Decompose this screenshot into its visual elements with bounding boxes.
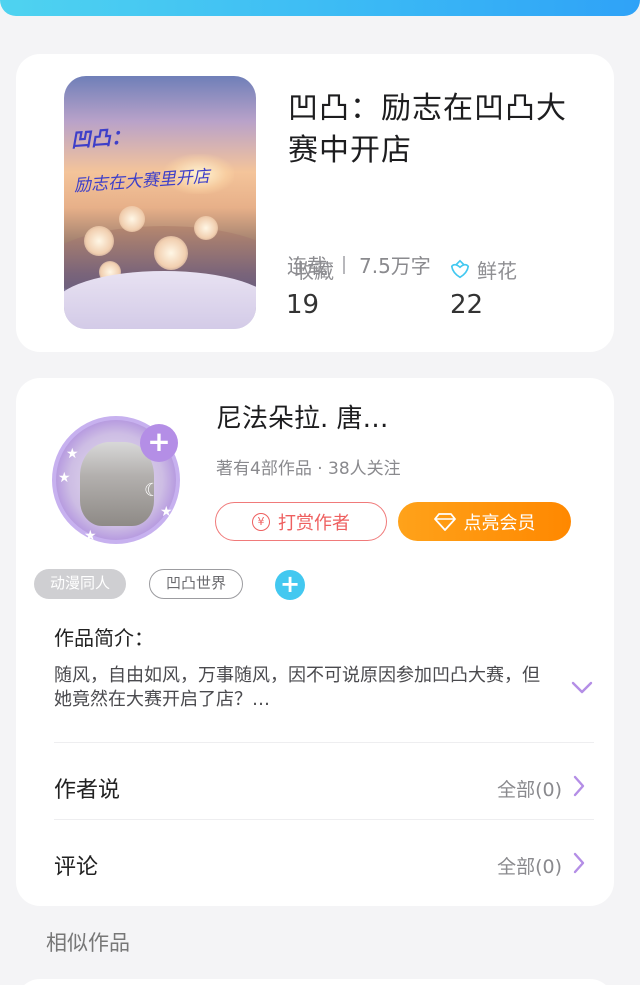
- add-tag-button[interactable]: +: [275, 570, 305, 600]
- avatar-image: [80, 442, 154, 526]
- flowers-count: 22: [450, 290, 484, 320]
- book-cover-image[interactable]: 凹凸： 励志在大赛里开店: [64, 76, 256, 329]
- author-name[interactable]: 尼法朵拉. 唐…: [216, 398, 389, 435]
- tip-author-button[interactable]: ¥ 打赏作者: [215, 502, 387, 541]
- cover-flower: [84, 226, 114, 256]
- favorites-count: 19: [286, 290, 320, 320]
- favorites-label: 收藏: [294, 259, 334, 283]
- comments-link[interactable]: 全部(0): [497, 852, 562, 879]
- book-info-card: 凹凸： 励志在大赛里开店 凹凸：励志在凹凸大赛中开店 连载 7.5万字 收藏 1…: [16, 54, 614, 352]
- divider: [54, 742, 594, 743]
- star-icon: ★: [160, 504, 173, 520]
- divider: [54, 819, 594, 820]
- cover-title-line1: 凹凸：: [69, 124, 132, 153]
- follow-plus-button[interactable]: +: [140, 424, 178, 462]
- star-icon: ★: [58, 470, 71, 486]
- vip-label: 点亮会员: [463, 512, 536, 534]
- author-card: ★ ★ ★ ★ ☾ + 尼法朵拉. 唐… 著有4部作品 · 38人关注 ¥ 打赏…: [16, 378, 614, 906]
- book-word-count: 7.5万字: [359, 254, 431, 278]
- author-avatar[interactable]: ★ ★ ★ ★ ☾ +: [44, 400, 204, 550]
- cover-flower: [194, 216, 218, 240]
- intro-heading: 作品简介：: [54, 626, 154, 650]
- chevron-right-icon[interactable]: [572, 775, 586, 797]
- cover-flower: [119, 206, 145, 232]
- tag-anime-fanfic[interactable]: 动漫同人: [34, 569, 127, 599]
- author-meta: 著有4部作品 · 38人关注: [216, 459, 401, 479]
- yen-icon: ¥: [252, 512, 270, 531]
- flowers-label: 鲜花: [477, 259, 517, 283]
- tag-world[interactable]: 凹凸世界: [149, 569, 244, 599]
- author-says-label[interactable]: 作者说: [54, 772, 120, 804]
- similar-works-card: [16, 979, 614, 985]
- author-says-link[interactable]: 全部(0): [497, 775, 562, 802]
- chevron-right-icon[interactable]: [572, 852, 586, 874]
- similar-works-heading: 相似作品: [46, 931, 130, 955]
- meta-divider: [343, 255, 345, 274]
- book-title: 凹凸：励志在凹凸大赛中开店: [288, 91, 567, 168]
- star-icon: ★: [84, 528, 97, 544]
- chevron-down-icon[interactable]: [571, 681, 593, 695]
- top-header-bar: [0, 0, 640, 16]
- moon-icon: ☾: [144, 480, 161, 501]
- flower-icon: [450, 259, 470, 278]
- comments-label[interactable]: 评论: [54, 849, 98, 881]
- star-icon: ★: [66, 446, 79, 462]
- vip-button[interactable]: 点亮会员: [398, 502, 571, 541]
- cover-snow: [64, 271, 256, 329]
- diamond-icon: [433, 512, 456, 531]
- intro-text[interactable]: 随风，自由如风，万事随风，因不可说原因参加凹凸大赛，但她竟然在大赛开启了店？…: [54, 664, 554, 712]
- flowers-stat[interactable]: 鲜花: [449, 255, 517, 284]
- cover-flower: [154, 236, 188, 270]
- cover-title-art: 凹凸： 励志在大赛里开店: [70, 112, 255, 196]
- tip-author-label: 打赏作者: [278, 512, 350, 534]
